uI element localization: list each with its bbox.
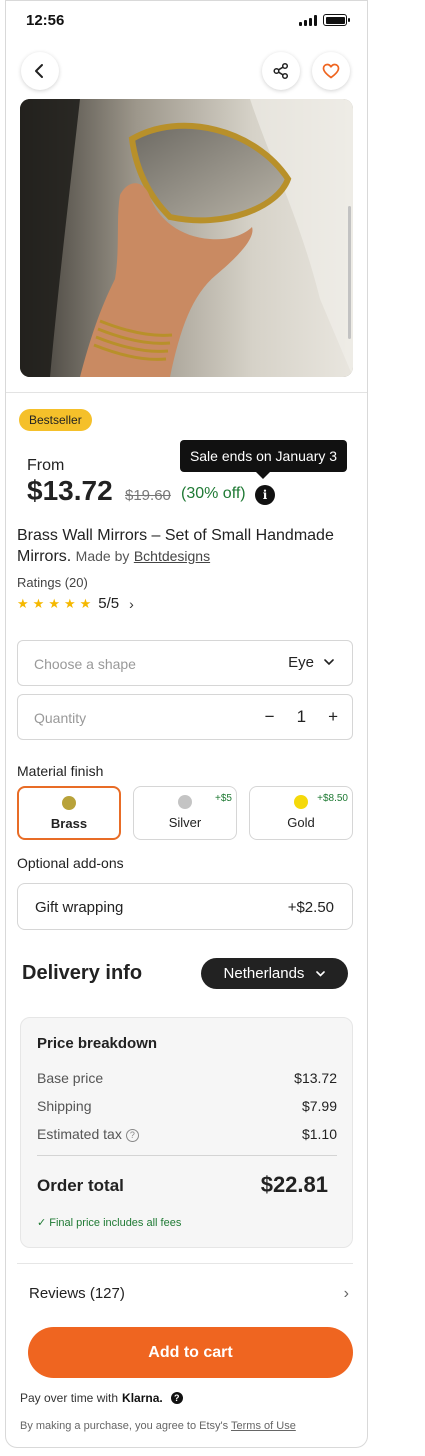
- terms-link[interactable]: Terms of Use: [231, 1420, 296, 1432]
- bestseller-badge: Bestseller: [19, 409, 92, 431]
- current-price: $13.72: [27, 475, 113, 506]
- order-total-label: Order total: [37, 1176, 124, 1195]
- system-icons: [299, 14, 350, 26]
- finish-swatch: [62, 796, 76, 810]
- chevron-right-icon[interactable]: ›: [344, 1285, 349, 1303]
- chevron-down-icon: [324, 659, 334, 666]
- klarna-note: Pay over time with Klarna. ?: [20, 1391, 183, 1405]
- made-by-label: Made by: [75, 548, 130, 564]
- info-icon[interactable]: i: [255, 485, 275, 505]
- quantity-controls: − 1 +: [265, 707, 338, 727]
- divider: [37, 1155, 337, 1156]
- klarna-brand: Klarna.: [122, 1391, 163, 1405]
- rating-value: 5/5: [98, 595, 120, 612]
- finish-surcharge: +$8.50: [317, 793, 348, 804]
- add-to-cart-button[interactable]: Add to cart: [28, 1327, 353, 1378]
- original-price: $19.60: [125, 487, 171, 504]
- addon-gift-wrapping[interactable]: Gift wrapping +$2.50: [17, 883, 353, 930]
- finish-surcharge: +$5: [215, 793, 232, 804]
- addon-name: Gift wrapping: [35, 899, 124, 916]
- product-image[interactable]: [20, 99, 353, 377]
- terms-note: By making a purchase, you agree to Etsy'…: [20, 1420, 296, 1432]
- breakdown-label: Base price: [37, 1070, 104, 1086]
- chevron-right-icon: ›: [129, 595, 134, 612]
- maker-link[interactable]: Bchtdesigns: [134, 548, 210, 564]
- back-button[interactable]: [21, 52, 59, 90]
- increase-quantity-button[interactable]: +: [328, 707, 338, 727]
- star-icon: ★: [63, 595, 76, 611]
- help-icon[interactable]: ?: [125, 1129, 139, 1142]
- klarna-prefix: Pay over time with: [20, 1391, 119, 1405]
- breakdown-value: $1.10: [301, 1126, 337, 1142]
- material-finish-label: Material finish: [17, 763, 104, 779]
- breakdown-label-group: Estimated tax?: [37, 1126, 139, 1142]
- image-scroll-indicator: [348, 206, 351, 339]
- heart-icon: [322, 63, 340, 79]
- finish-name: Brass: [50, 816, 88, 831]
- breakdown-title: Price breakdown: [37, 1035, 158, 1052]
- material-finish-options: Brass +$5 Silver +$8.50 Gold: [17, 786, 353, 840]
- terms-prefix: By making a purchase, you agree to Etsy'…: [20, 1420, 229, 1432]
- finish-option-silver[interactable]: +$5 Silver: [133, 786, 237, 840]
- star-icon: ★: [32, 595, 45, 611]
- discount-label: (30% off): [181, 485, 246, 502]
- ratings-label: Ratings (20): [17, 575, 88, 590]
- addons-label: Optional add-ons: [17, 855, 124, 871]
- shape-value: Eye: [288, 654, 334, 671]
- status-bar: 12:56: [6, 1, 367, 41]
- question-icon[interactable]: ?: [170, 1392, 183, 1404]
- breakdown-value: $13.72: [294, 1070, 337, 1086]
- shape-select[interactable]: Choose a shape Eye: [17, 640, 353, 686]
- app-screen: 12:56 Bestseller Sale ends on January 3 …: [5, 0, 368, 1448]
- chevron-down-icon: [316, 970, 326, 977]
- shape-selected-label: Eye: [288, 654, 314, 671]
- star-icon: ★: [17, 595, 29, 611]
- signal-icon: [299, 14, 317, 26]
- breakdown-label: Estimated tax: [37, 1126, 122, 1142]
- decrease-quantity-button[interactable]: −: [265, 707, 275, 727]
- price-prefix: From: [27, 457, 65, 474]
- star-icon: ★: [79, 595, 92, 611]
- share-icon: [273, 62, 289, 80]
- breakdown-label: Shipping: [37, 1098, 92, 1114]
- breakdown-value: $7.99: [301, 1098, 337, 1114]
- price-breakdown: Price breakdown Base price $13.72 Shippi…: [20, 1017, 353, 1248]
- breakdown-row: Estimated tax? $1.10: [37, 1126, 337, 1142]
- reviews-link[interactable]: Reviews (127): [29, 1285, 125, 1302]
- breakdown-row: Shipping $7.99: [37, 1098, 337, 1114]
- quantity-placeholder: Quantity: [34, 710, 87, 726]
- breakdown-row: Base price $13.72: [37, 1070, 337, 1086]
- share-button[interactable]: [262, 52, 300, 90]
- country-select[interactable]: Netherlands: [201, 958, 348, 989]
- divider: [17, 1263, 353, 1264]
- order-total-value: $22.81: [260, 1172, 328, 1197]
- finish-swatch: [294, 795, 308, 809]
- finish-swatch: [178, 795, 192, 809]
- addon-price: +$2.50: [287, 899, 334, 916]
- fees-note: ✓ Final price includes all fees: [37, 1217, 182, 1229]
- battery-icon: [323, 14, 350, 26]
- status-time: 12:56: [26, 12, 65, 29]
- finish-option-gold[interactable]: +$8.50 Gold: [249, 786, 353, 840]
- sale-tooltip: Sale ends on January 3: [180, 440, 347, 479]
- divider: [6, 392, 367, 393]
- product-title: Brass Wall Mirrors – Set of Small Handma…: [17, 525, 352, 567]
- chevron-left-icon: [35, 64, 43, 78]
- quantity-stepper: Quantity − 1 +: [17, 694, 353, 740]
- shape-placeholder: Choose a shape: [34, 656, 136, 672]
- favorite-button[interactable]: [312, 52, 350, 90]
- country-label: Netherlands: [223, 965, 305, 982]
- delivery-title: Delivery info: [22, 962, 143, 984]
- product-photo: [20, 99, 353, 377]
- finish-name: Gold: [287, 815, 315, 830]
- finish-option-brass[interactable]: Brass: [17, 786, 121, 840]
- rating-stars[interactable]: ★ ★ ★ ★ ★ 5/5 ›: [17, 595, 134, 612]
- quantity-value[interactable]: 1: [297, 707, 306, 727]
- star-icon: ★: [48, 595, 60, 611]
- finish-name: Silver: [168, 815, 202, 830]
